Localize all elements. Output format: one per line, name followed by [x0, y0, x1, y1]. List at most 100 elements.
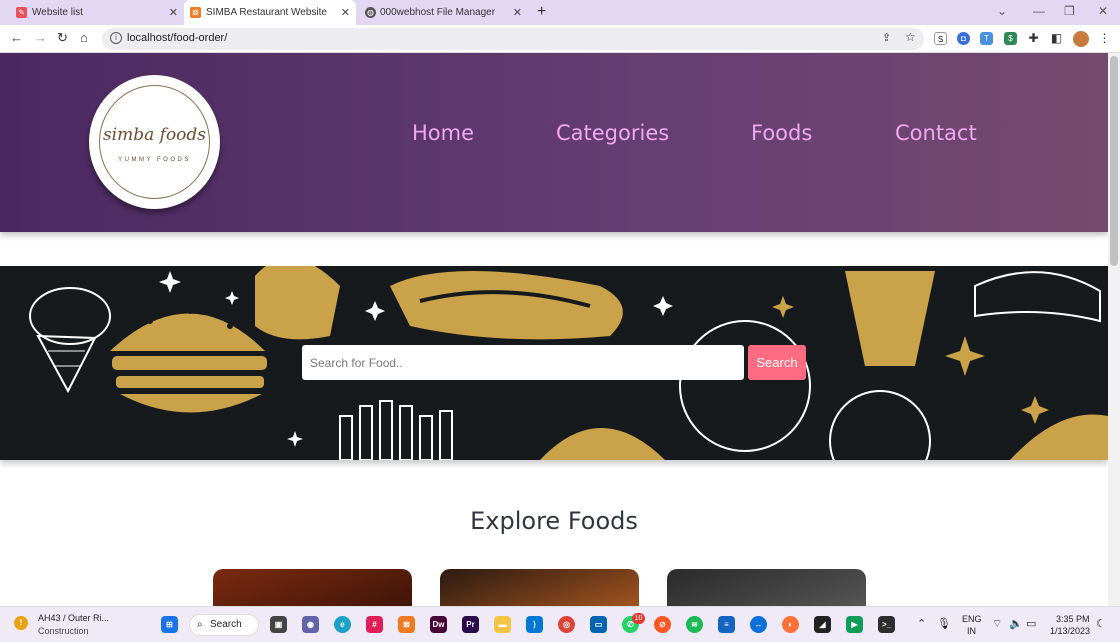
- profile-avatar[interactable]: [1073, 31, 1089, 47]
- food-search-input[interactable]: [302, 345, 744, 380]
- food-card[interactable]: [667, 569, 866, 606]
- taco-icon: [255, 266, 340, 340]
- language-line1[interactable]: ENG: [962, 614, 982, 624]
- forward-icon[interactable]: →: [34, 30, 47, 45]
- burger-icon: [110, 308, 267, 413]
- food-card[interactable]: [213, 569, 412, 606]
- fries-icon: [339, 400, 453, 460]
- xampp-icon[interactable]: ⊠: [398, 616, 415, 633]
- tab-label: 000webhost File Manager: [380, 7, 496, 18]
- globe-favicon-icon: ◍: [365, 7, 376, 18]
- firefox-icon[interactable]: ◐: [782, 616, 799, 633]
- logo-tagline: YUMMY FOODS: [118, 157, 191, 163]
- file-explorer-icon[interactable]: ▬: [494, 616, 511, 633]
- language-line2: IN: [967, 626, 976, 636]
- page-scrollbar[interactable]: [1108, 53, 1120, 606]
- browser-menu-icon[interactable]: ⋮: [1098, 32, 1111, 45]
- tab-simba-restaurant[interactable]: ⊠ SIMBA Restaurant Website ✕: [184, 0, 356, 25]
- close-window-icon[interactable]: ✕: [1098, 4, 1108, 18]
- sandwich-icon: [974, 271, 1101, 323]
- reload-icon[interactable]: ↻: [57, 30, 68, 46]
- search-button[interactable]: Search: [748, 345, 806, 380]
- nav-home[interactable]: Home: [412, 121, 474, 145]
- wifi-icon[interactable]: ⌔: [992, 617, 1002, 631]
- tab-search-chevron-icon[interactable]: ⌄: [997, 4, 1007, 18]
- side-panel-icon[interactable]: ◧: [1050, 32, 1063, 45]
- app-black-icon[interactable]: ◢: [814, 616, 831, 633]
- terminal-icon[interactable]: >_: [878, 616, 895, 633]
- food-card[interactable]: [440, 569, 639, 606]
- nav-categories[interactable]: Categories: [556, 121, 669, 145]
- extension-s-icon[interactable]: S: [934, 32, 947, 45]
- notepad-icon[interactable]: ≡: [718, 616, 735, 633]
- cup-icon: [845, 271, 935, 366]
- url-text: localhost/food-order/: [127, 32, 228, 44]
- weather-title: AH43 / Outer Ri...: [38, 613, 110, 623]
- explore-foods-heading: Explore Foods: [470, 507, 638, 535]
- close-tab-icon[interactable]: ✕: [169, 6, 178, 19]
- share-icon[interactable]: ⇪: [882, 31, 891, 44]
- windows-taskbar: ! AH43 / Outer Ri... Construction ⊞ ⌕ Se…: [0, 606, 1120, 642]
- teamviewer-icon[interactable]: ↔: [750, 616, 767, 633]
- do-not-disturb-icon[interactable]: ☾: [1096, 617, 1106, 630]
- taskbar-search-label: Search: [210, 619, 242, 630]
- hotdog-right-icon: [1010, 414, 1108, 460]
- volume-icon[interactable]: 🔈: [1009, 617, 1023, 630]
- premiere-icon[interactable]: Pr: [462, 616, 479, 633]
- weather-subtitle: Construction: [38, 626, 89, 636]
- minimize-icon[interactable]: —: [1033, 4, 1045, 18]
- close-tab-icon[interactable]: ✕: [513, 6, 522, 19]
- battery-icon[interactable]: ▭: [1026, 617, 1036, 630]
- desktop-app-icon[interactable]: ▭: [590, 616, 607, 633]
- spotify-icon[interactable]: ≋: [686, 616, 703, 633]
- extensions-puzzle-icon[interactable]: ✚: [1027, 32, 1040, 45]
- show-hidden-icons-chevron[interactable]: ⌃: [917, 617, 926, 630]
- tab-label: SIMBA Restaurant Website: [206, 7, 327, 18]
- address-bar[interactable]: i localhost/food-order/ ⇪ ☆: [102, 28, 924, 50]
- site-logo[interactable]: simba foods YUMMY FOODS: [89, 75, 220, 209]
- slack-icon[interactable]: #: [366, 616, 383, 633]
- pretzel-icon: [679, 320, 811, 452]
- start-windows-icon[interactable]: ⊞: [161, 616, 178, 633]
- extension-translate-icon[interactable]: T: [980, 32, 993, 45]
- tab-000webhost[interactable]: ◍ 000webhost File Manager ✕: [356, 0, 528, 25]
- notification-badge: 10: [632, 613, 645, 624]
- logo-script-text: simba foods: [102, 125, 207, 145]
- web-page: simba foods YUMMY FOODS Home Categories …: [0, 53, 1108, 606]
- browser-tab-strip: ✎ Website list ✕ ⊠ SIMBA Restaurant Webs…: [0, 0, 1120, 25]
- meet-icon[interactable]: ▶: [846, 616, 863, 633]
- extension-blue-icon[interactable]: ◘: [957, 32, 970, 45]
- teams-chat-icon[interactable]: ◉: [302, 616, 319, 633]
- site-header: simba foods YUMMY FOODS Home Categories …: [0, 53, 1108, 232]
- tab-label: Website list: [32, 7, 83, 18]
- hotdog-icon: [390, 271, 623, 340]
- extension-green-icon[interactable]: $: [1004, 32, 1017, 45]
- tab-website-list[interactable]: ✎ Website list ✕: [16, 0, 184, 25]
- chrome-icon[interactable]: ◎: [558, 616, 575, 633]
- new-tab-icon[interactable]: +: [537, 3, 546, 21]
- edge-icon[interactable]: e: [334, 616, 351, 633]
- nav-contact[interactable]: Contact: [895, 121, 977, 145]
- microphone-icon[interactable]: 🎙: [937, 617, 951, 630]
- restore-icon[interactable]: ❐: [1064, 4, 1075, 18]
- clock-time[interactable]: 3:35 PM: [1056, 614, 1090, 624]
- postman-icon[interactable]: ⊘: [654, 616, 671, 633]
- back-icon[interactable]: ←: [10, 30, 23, 45]
- bun-icon: [540, 428, 665, 460]
- vscode-icon[interactable]: ⟩: [526, 616, 543, 633]
- donut-icon: [829, 390, 931, 460]
- task-view-icon[interactable]: ▣: [270, 616, 287, 633]
- site-info-icon[interactable]: i: [110, 32, 122, 44]
- dreamweaver-icon[interactable]: Dw: [430, 616, 447, 633]
- tab-favicon-icon: ✎: [16, 7, 27, 18]
- xampp-favicon-icon: ⊠: [190, 7, 201, 18]
- clock-date: 1/13/2023: [1050, 626, 1091, 636]
- bookmark-star-icon[interactable]: ☆: [905, 30, 916, 44]
- nav-foods[interactable]: Foods: [751, 121, 812, 145]
- ice-cream-icon: [29, 287, 111, 394]
- home-icon[interactable]: ⌂: [80, 30, 88, 45]
- browser-toolbar: ← → ↻ ⌂ i localhost/food-order/ ⇪ ☆ S ◘ …: [0, 25, 1120, 53]
- scrollbar-thumb[interactable]: [1110, 56, 1118, 266]
- close-tab-icon[interactable]: ✕: [341, 6, 350, 19]
- taskbar-search[interactable]: ⌕ Search: [189, 614, 259, 636]
